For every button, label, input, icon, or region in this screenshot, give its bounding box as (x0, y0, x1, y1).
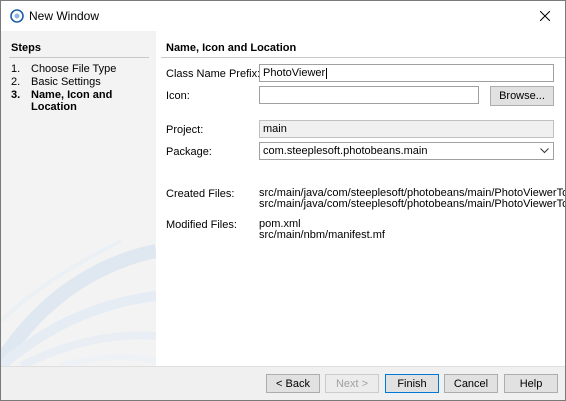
browse-button[interactable]: Browse... (490, 86, 554, 106)
new-window-dialog: New Window Steps 1. Choose File Type 2. … (0, 0, 566, 401)
title-bar[interactable]: New Window (1, 1, 565, 31)
icon-input[interactable] (259, 86, 479, 104)
steps-heading: Steps (11, 42, 41, 54)
package-value: com.steeplesoft.photobeans.main (263, 145, 428, 157)
wizard-content: Steps 1. Choose File Type 2. Basic Setti… (1, 31, 565, 366)
steps-list: 1. Choose File Type 2. Basic Settings 3.… (11, 63, 151, 114)
main-panel: Name, Icon and Location Class Name Prefi… (156, 31, 565, 366)
project-field: main (259, 120, 554, 138)
modified-files-label: Modified Files: (166, 219, 237, 231)
decorative-swoosh-graphic (1, 239, 156, 366)
step-item-1: 1. Choose File Type (11, 63, 151, 75)
step-label: Choose File Type (31, 63, 117, 75)
text-caret (326, 67, 328, 79)
project-label: Project: (166, 124, 204, 136)
created-file-item: src/main/java/com/steeplesoft/photobeans… (259, 198, 565, 210)
next-button[interactable]: Next > (325, 374, 379, 393)
close-button[interactable] (525, 1, 565, 31)
footer-divider (1, 366, 565, 367)
class-name-prefix-input[interactable]: PhotoViewer (259, 64, 554, 82)
help-button[interactable]: Help (504, 374, 558, 393)
modified-files-list: pom.xml src/main/nbm/manifest.mf (259, 219, 565, 241)
window-title: New Window (29, 9, 100, 23)
class-name-prefix-value: PhotoViewer (263, 67, 326, 79)
step-item-2: 2. Basic Settings (11, 76, 151, 88)
cancel-button[interactable]: Cancel (444, 374, 498, 393)
created-files-list: src/main/java/com/steeplesoft/photobeans… (259, 188, 565, 210)
finish-button[interactable]: Finish (385, 374, 439, 393)
step-item-3-current: 3. Name, Icon and Location (11, 89, 151, 113)
icon-label: Icon: (166, 90, 190, 102)
step-number: 1. (11, 63, 21, 75)
panel-heading: Name, Icon and Location (166, 42, 297, 54)
step-label: Name, Icon and Location (31, 89, 113, 113)
close-icon (540, 11, 550, 21)
chevron-down-icon[interactable] (537, 143, 551, 159)
back-button[interactable]: < Back (266, 374, 320, 393)
modified-file-item: src/main/nbm/manifest.mf (259, 229, 385, 241)
package-combobox[interactable]: com.steeplesoft.photobeans.main (259, 142, 554, 160)
panel-divider (161, 57, 565, 58)
created-files-label: Created Files: (166, 188, 235, 200)
step-number: 2. (11, 76, 21, 88)
button-bar: < Back Next > Finish Cancel Help (1, 366, 565, 400)
netbeans-app-icon (10, 9, 24, 23)
project-value: main (263, 123, 287, 135)
step-label: Basic Settings (31, 76, 101, 88)
package-label: Package: (166, 146, 212, 158)
class-name-prefix-label: Class Name Prefix: (166, 68, 261, 80)
steps-divider (9, 57, 149, 58)
step-number: 3. (11, 89, 21, 101)
steps-panel: Steps 1. Choose File Type 2. Basic Setti… (1, 31, 156, 366)
